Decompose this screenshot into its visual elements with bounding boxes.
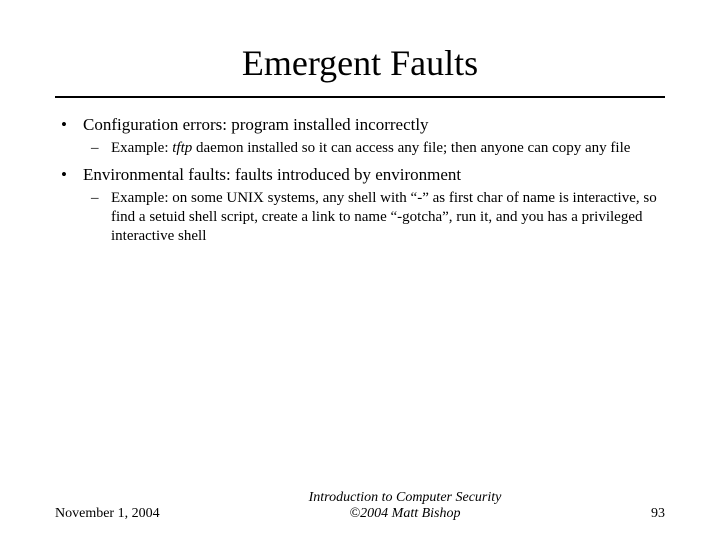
sub-bullet-list: Example: tftp daemon installed so it can… [83, 139, 665, 158]
sub-bullet-list: Example: on some UNIX systems, any shell… [83, 189, 665, 245]
sub-bullet-item: Example: tftp daemon installed so it can… [83, 139, 665, 158]
bullet-text: Environmental faults: faults introduced … [83, 165, 461, 184]
slide: Emergent Faults Configuration errors: pr… [0, 0, 720, 540]
footer-center: Introduction to Computer Security ©2004 … [205, 490, 605, 522]
sub-bullet-rest: daemon installed so it can access any fi… [192, 140, 630, 156]
bullet-item: Environmental faults: faults introduced … [55, 164, 665, 246]
footer-copyright: ©2004 Matt Bishop [205, 506, 605, 522]
sub-bullet-item: Example: on some UNIX systems, any shell… [83, 189, 665, 245]
sub-bullet-italic: tftp [172, 140, 192, 156]
sub-bullet-prefix: Example: [111, 140, 172, 156]
footer-date: November 1, 2004 [55, 506, 205, 522]
footer-page-number: 93 [605, 506, 665, 522]
bullet-item: Configuration errors: program installed … [55, 114, 665, 158]
footer-title: Introduction to Computer Security [205, 490, 605, 506]
sub-bullet-rest: Example: on some UNIX systems, any shell… [111, 190, 657, 244]
bullet-list: Configuration errors: program installed … [55, 114, 665, 246]
slide-footer: November 1, 2004 Introduction to Compute… [55, 490, 665, 522]
bullet-text: Configuration errors: program installed … [83, 115, 429, 134]
slide-content: Configuration errors: program installed … [55, 114, 665, 246]
title-rule [55, 96, 665, 98]
slide-title: Emergent Faults [55, 42, 665, 84]
